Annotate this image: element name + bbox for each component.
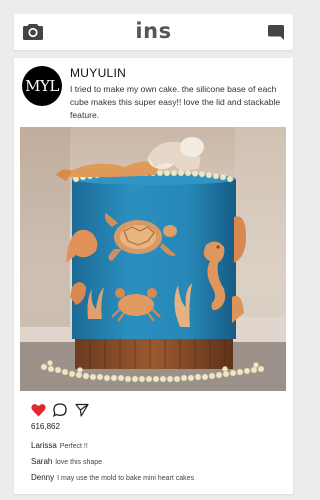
comment-text: love this shape	[55, 459, 103, 466]
post-image[interactable]	[20, 127, 286, 391]
comment-user[interactable]: Larissa	[31, 441, 57, 450]
comment-text: Perfect !!	[59, 443, 88, 450]
like-count[interactable]: 616,862	[31, 422, 60, 431]
avatar[interactable]: MYL	[22, 66, 62, 106]
heart-icon[interactable]	[31, 403, 46, 417]
post-caption: I tried to make my own cake. the silicon…	[70, 84, 281, 120]
comment-user[interactable]: Sarah	[31, 457, 52, 466]
comment-item: Denny I may use the mold to bake mini hea…	[31, 473, 194, 482]
top-bar: ins	[14, 14, 293, 50]
comment-item: Larissa Perfect !!	[31, 441, 88, 450]
comment-item: Sarah love this shape	[31, 457, 102, 466]
comment-text: I may use the mold to bake mini heart ca…	[57, 475, 195, 482]
message-icon[interactable]	[268, 25, 284, 40]
comment-icon[interactable]	[53, 403, 67, 417]
post-card: MYL MUYULIN I tried to make my own cake.…	[14, 58, 293, 494]
app-brand: ins	[135, 19, 172, 43]
comment-user[interactable]: Denny	[31, 473, 54, 482]
post-username[interactable]: MUYULIN	[70, 66, 126, 80]
send-icon[interactable]	[75, 403, 89, 417]
